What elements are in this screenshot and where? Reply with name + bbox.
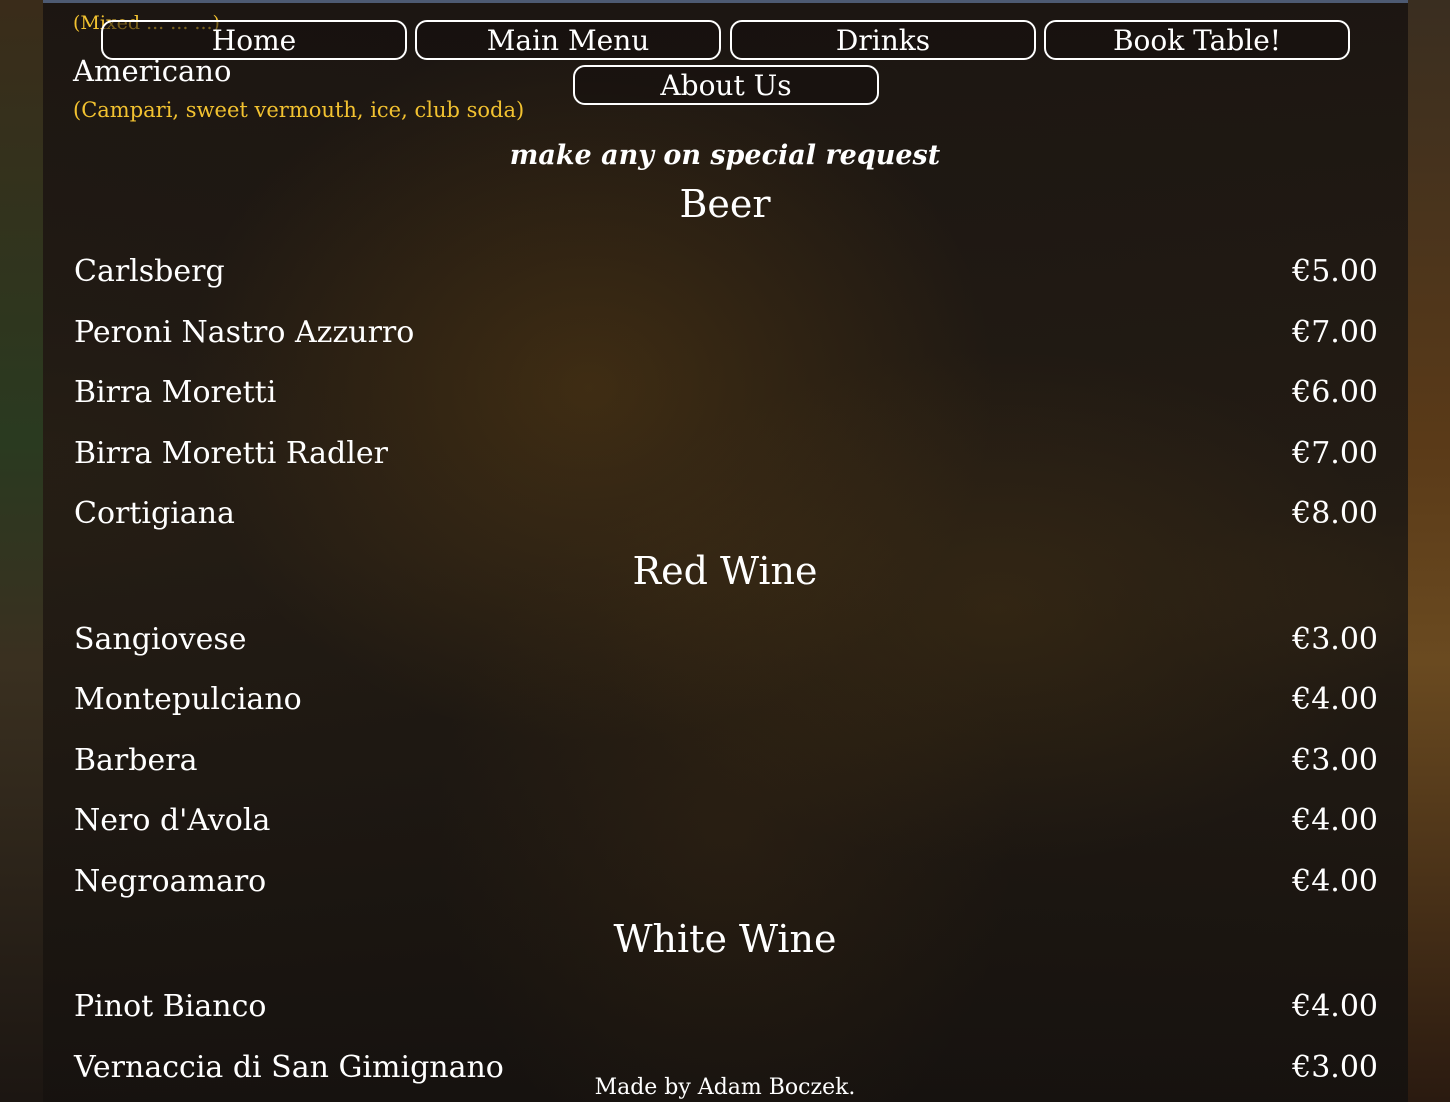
nav-main-menu-button[interactable]: Main Menu (415, 20, 721, 60)
special-request-note: make any on special request (509, 140, 941, 171)
menu-row: Nero d'Avola €4.00 (74, 803, 1378, 838)
item-price: €4.00 (1292, 803, 1378, 838)
item-name: Pinot Bianco (74, 989, 267, 1024)
item-price: €4.00 (1292, 989, 1378, 1024)
menu-row: Barbera €3.00 (74, 743, 1378, 778)
menu-row: Birra Moretti €6.00 (74, 375, 1378, 410)
item-name: Cortigiana (74, 496, 235, 531)
item-price: €6.00 (1292, 375, 1378, 410)
footer-credit: Made by Adam Boczek. (594, 1075, 856, 1100)
menu-row: Sangiovese €3.00 (74, 622, 1378, 657)
nav-about-us-button[interactable]: About Us (573, 65, 879, 105)
item-price: €4.00 (1292, 864, 1378, 899)
nav-book-table-button[interactable]: Book Table! (1044, 20, 1350, 60)
item-price: €3.00 (1292, 743, 1378, 778)
section-title-beer: Beer (679, 182, 771, 226)
nav-home-button[interactable]: Home (101, 20, 407, 60)
item-price: €3.00 (1292, 622, 1378, 657)
item-price: €7.00 (1292, 315, 1378, 350)
drink-description-americano: (Campari, sweet vermouth, ice, club soda… (73, 98, 525, 122)
menu-row: Pinot Bianco €4.00 (74, 989, 1378, 1024)
item-name: Birra Moretti (74, 375, 277, 410)
item-name: Birra Moretti Radler (74, 436, 388, 471)
item-price: €7.00 (1292, 436, 1378, 471)
item-name: Nero d'Avola (74, 803, 271, 838)
menu-row: Negroamaro €4.00 (74, 864, 1378, 899)
section-title-white-wine: White Wine (613, 917, 837, 961)
item-price: €5.00 (1292, 254, 1378, 289)
menu-row: Birra Moretti Radler €7.00 (74, 436, 1378, 471)
item-name: Barbera (74, 743, 198, 778)
nav-drinks-button[interactable]: Drinks (730, 20, 1036, 60)
menu-row: Montepulciano €4.00 (74, 682, 1378, 717)
menu-row: Peroni Nastro Azzurro €7.00 (74, 315, 1378, 350)
item-name: Peroni Nastro Azzurro (74, 315, 415, 350)
item-name: Carlsberg (74, 254, 225, 289)
section-title-red-wine: Red Wine (632, 549, 818, 593)
menu-row: Cortigiana €8.00 (74, 496, 1378, 531)
item-name: Negroamaro (74, 864, 267, 899)
item-name: Montepulciano (74, 682, 302, 717)
menu-row: Carlsberg €5.00 (74, 254, 1378, 289)
item-price: €4.00 (1292, 682, 1378, 717)
item-name: Sangiovese (74, 622, 247, 657)
item-price: €8.00 (1292, 496, 1378, 531)
